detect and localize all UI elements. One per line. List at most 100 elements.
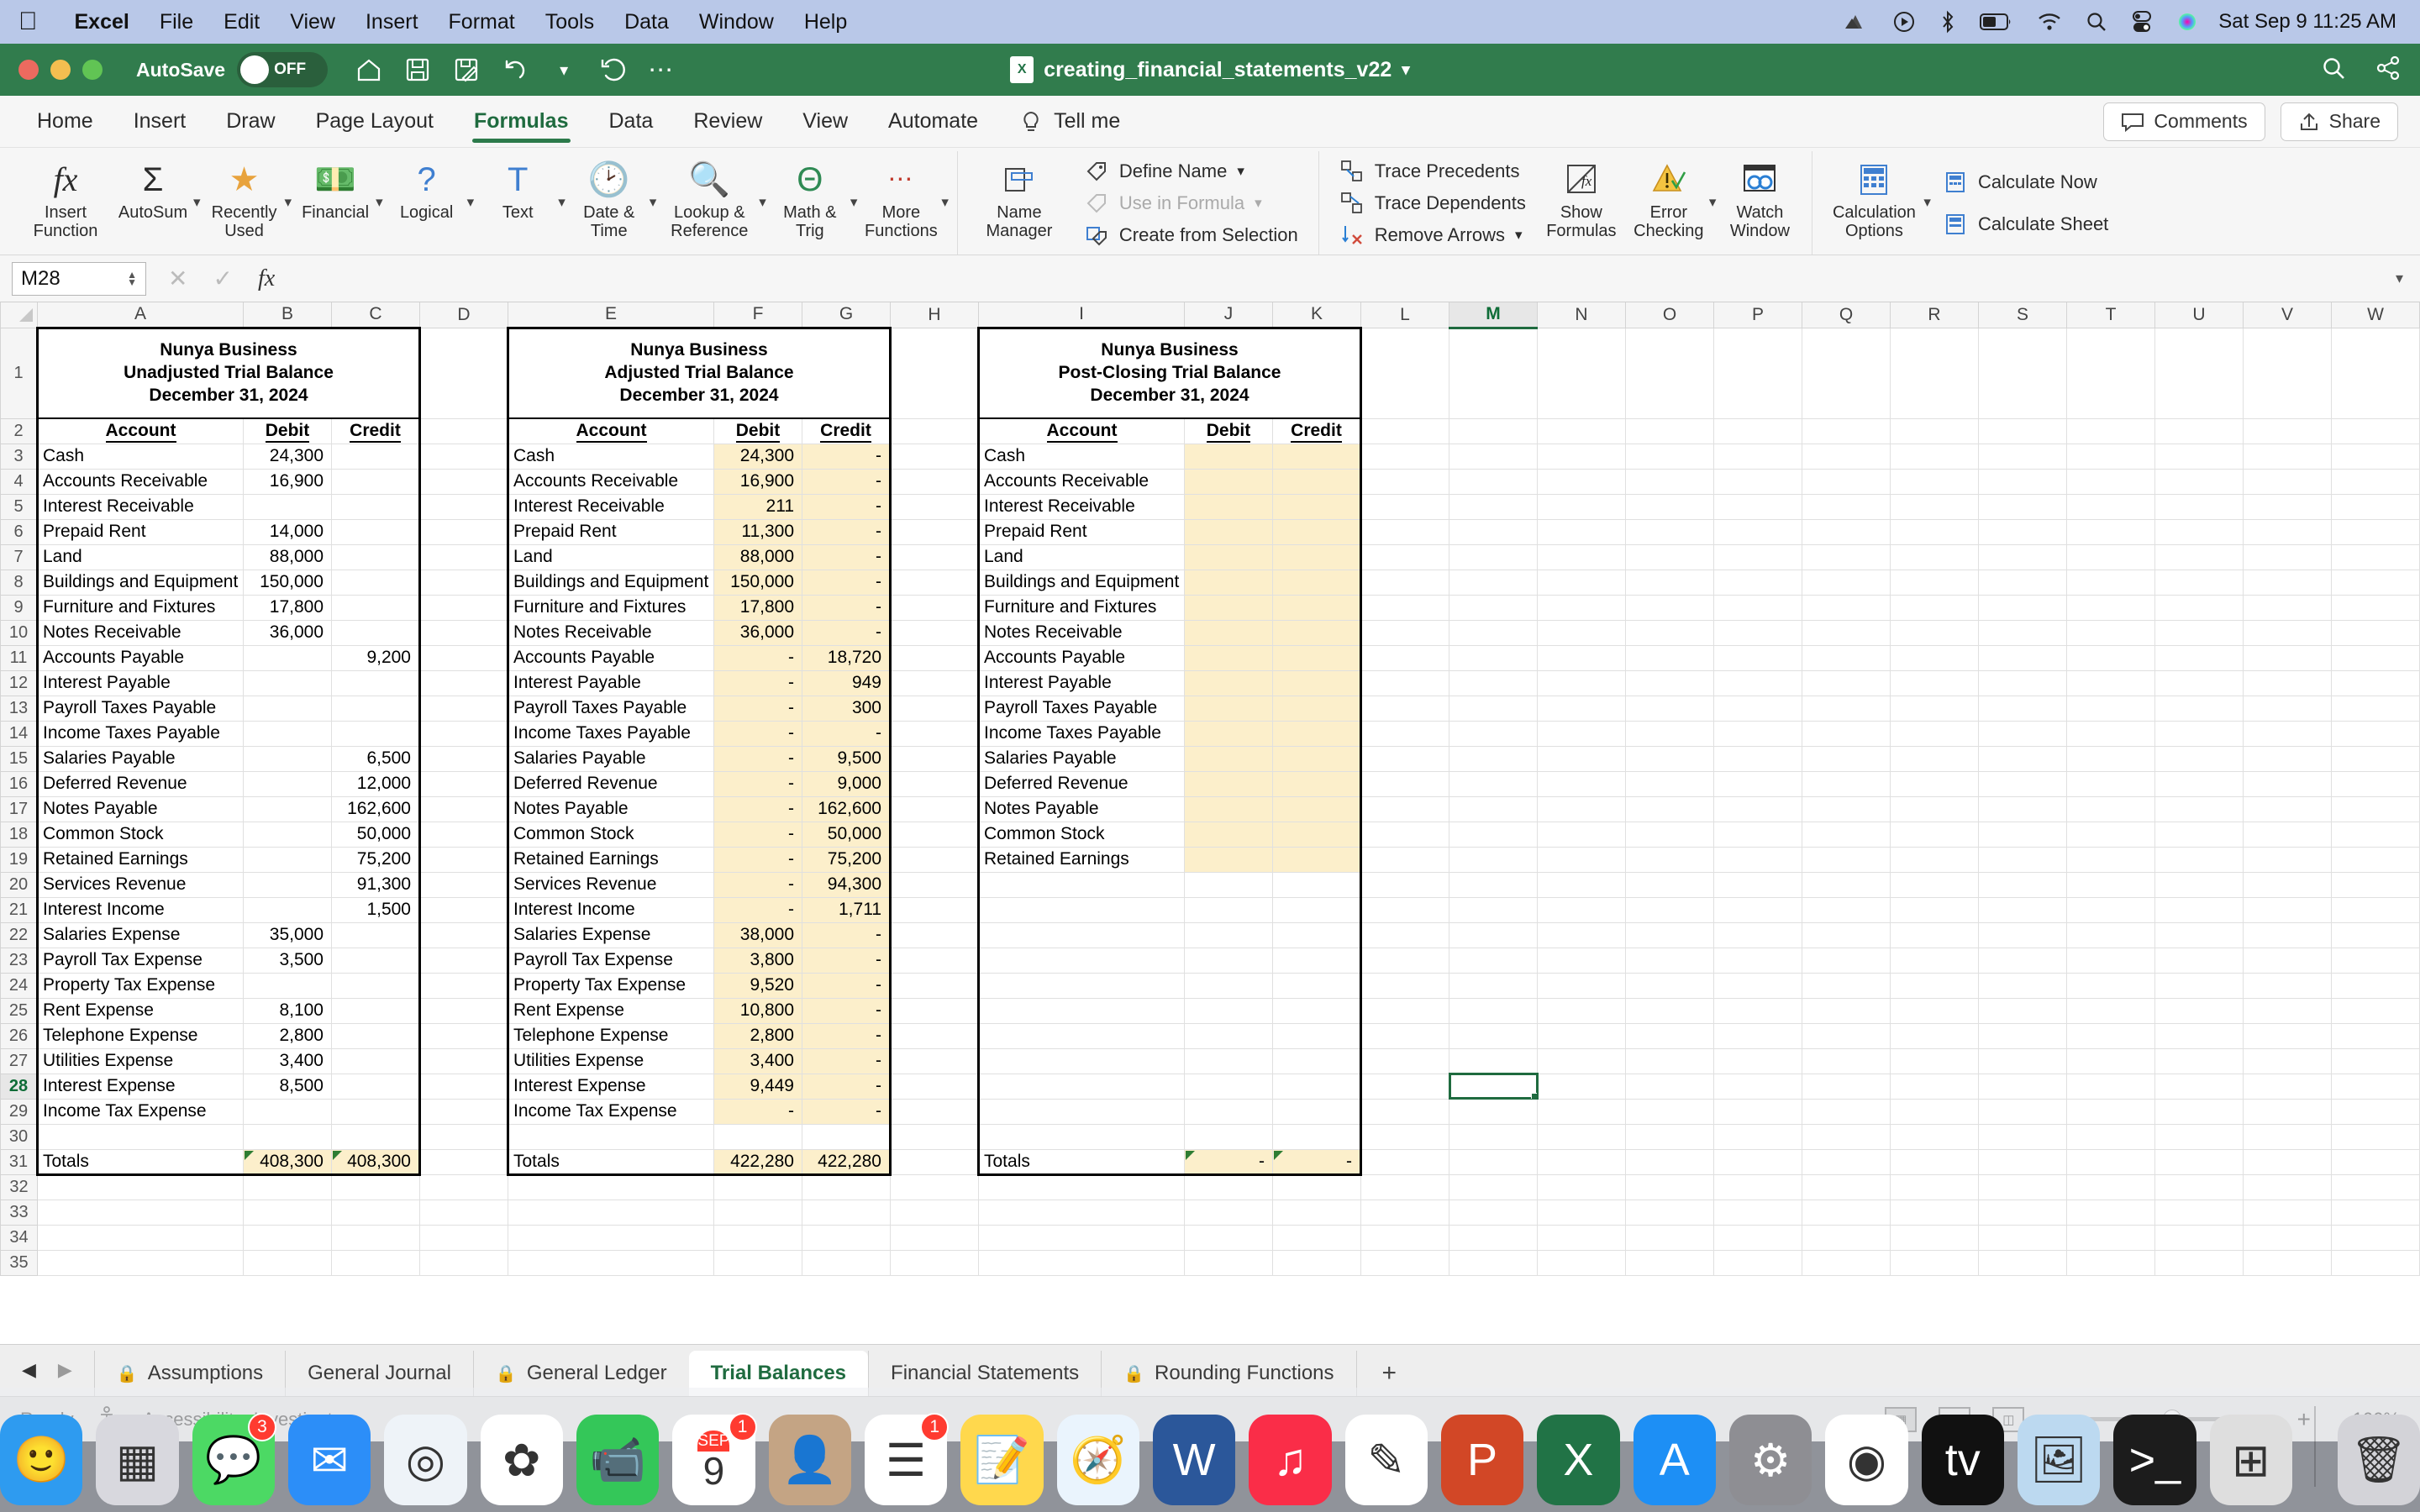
trace-precedents-item[interactable]: Trace Precedents <box>1339 159 1526 184</box>
cell-21-12[interactable] <box>1449 896 1538 923</box>
cell-6-19[interactable] <box>2066 518 2155 545</box>
lookup-reference-button[interactable]: 🔍 Lookup & Reference <box>656 151 762 255</box>
cell-35-8[interactable] <box>978 1249 1185 1276</box>
table-header-post-closing-credit[interactable]: Credit <box>1272 417 1362 444</box>
row-header-7[interactable]: 7 <box>0 543 38 570</box>
cell-23-13[interactable] <box>1537 947 1626 974</box>
cell-21-22[interactable] <box>2331 896 2420 923</box>
cell-35-12[interactable] <box>1449 1249 1538 1276</box>
cell-post-closing-r7-debit[interactable] <box>1184 543 1273 570</box>
cell-31-13[interactable] <box>1537 1148 1626 1175</box>
cell-adjusted-r14-account[interactable]: Income Taxes Payable <box>507 720 714 747</box>
cell-post-closing-r26-credit[interactable] <box>1272 1022 1362 1049</box>
cell-7-12[interactable] <box>1449 543 1538 570</box>
cell-13-15[interactable] <box>1713 695 1802 722</box>
cell-post-closing-r29-debit[interactable] <box>1184 1098 1273 1125</box>
cell-27-20[interactable] <box>2154 1047 2244 1074</box>
cell-post-closing-r25-debit[interactable] <box>1184 997 1273 1024</box>
dock-safari-icon[interactable]: 🧭 <box>1056 1415 1139 1505</box>
cell-6-15[interactable] <box>1713 518 1802 545</box>
cell-14-7[interactable] <box>890 720 979 747</box>
cell-18-20[interactable] <box>2154 821 2244 848</box>
dock-notes-icon[interactable]: 📝 <box>960 1415 1044 1505</box>
cell-adjusted-r6-credit[interactable]: - <box>802 518 892 545</box>
cell-post-closing-r7-credit[interactable] <box>1272 543 1362 570</box>
cell-25-12[interactable] <box>1449 997 1538 1024</box>
cell-unadjusted-r9-debit[interactable]: 17,800 <box>243 594 332 621</box>
cell-34-6[interactable] <box>802 1224 891 1251</box>
cell-adjusted-r25-credit[interactable]: - <box>802 997 892 1024</box>
cell-post-closing-r3-debit[interactable] <box>1184 443 1273 470</box>
cell-18-16[interactable] <box>1802 821 1891 848</box>
cell-21-17[interactable] <box>1890 896 1979 923</box>
cell-unadjusted-r27-credit[interactable] <box>331 1047 421 1074</box>
cell-29-20[interactable] <box>2154 1098 2244 1125</box>
cell-24-17[interactable] <box>1890 972 1979 999</box>
cell-16-16[interactable] <box>1802 770 1891 797</box>
cell-unadjusted-r24-account[interactable]: Property Tax Expense <box>36 972 244 999</box>
cell-post-closing-r20-debit[interactable] <box>1184 871 1273 898</box>
cell-5-12[interactable] <box>1449 493 1538 520</box>
cell-adjusted-r3-account[interactable]: Cash <box>507 443 714 470</box>
cell-10-11[interactable] <box>1360 619 1449 646</box>
cell-18-21[interactable] <box>2243 821 2332 848</box>
cell-27-18[interactable] <box>1978 1047 2067 1074</box>
cell-11-11[interactable] <box>1360 644 1449 671</box>
cell-adjusted-r10-debit[interactable]: 36,000 <box>713 619 802 646</box>
table-header-unadjusted-account[interactable]: Account <box>36 417 244 444</box>
cell-unadjusted-r6-account[interactable]: Prepaid Rent <box>36 518 244 545</box>
cell-post-closing-r6-credit[interactable] <box>1272 518 1362 545</box>
cell-34-14[interactable] <box>1625 1224 1714 1251</box>
cell-35-20[interactable] <box>2154 1249 2244 1276</box>
cell-33-6[interactable] <box>802 1199 891 1226</box>
cell-adjusted-r22-debit[interactable]: 38,000 <box>713 921 802 948</box>
dock-terminal-icon[interactable]: >_ <box>2113 1415 2196 1505</box>
cell-30-17[interactable] <box>1890 1123 1979 1150</box>
cell-29-11[interactable] <box>1360 1098 1449 1125</box>
cell-post-closing-r26-account[interactable] <box>977 1022 1185 1049</box>
column-header-J[interactable]: J <box>1184 302 1273 328</box>
menu-item-window[interactable]: Window <box>684 10 789 34</box>
remove-arrows-item[interactable]: Remove Arrows ▾ <box>1339 223 1526 248</box>
cell-1-16[interactable] <box>1802 327 1891 419</box>
cell-11-16[interactable] <box>1802 644 1891 671</box>
dock-messages-icon[interactable]: 💬 3 <box>192 1413 276 1505</box>
cell-21-13[interactable] <box>1537 896 1626 923</box>
cell-35-19[interactable] <box>2066 1249 2155 1276</box>
cell-unadjusted-r27-debit[interactable]: 3,400 <box>243 1047 332 1074</box>
cell-35-3[interactable] <box>419 1249 508 1276</box>
dock-music-icon[interactable]: ♫ <box>1249 1415 1332 1505</box>
row-header-5[interactable]: 5 <box>0 493 38 520</box>
cell-13-7[interactable] <box>890 695 979 722</box>
cell-31-12[interactable] <box>1449 1148 1538 1175</box>
cell-33-13[interactable] <box>1537 1199 1626 1226</box>
cell-adjusted-r24-credit[interactable]: - <box>802 972 892 999</box>
cell-7-15[interactable] <box>1713 543 1802 570</box>
row-header-22[interactable]: 22 <box>0 921 38 948</box>
cell-16-22[interactable] <box>2331 770 2420 797</box>
cell-34-17[interactable] <box>1890 1224 1979 1251</box>
column-header-M[interactable]: M <box>1449 302 1538 329</box>
cell-9-19[interactable] <box>2066 594 2155 621</box>
cell-18-11[interactable] <box>1360 821 1449 848</box>
cell-25-17[interactable] <box>1890 997 1979 1024</box>
cell-unadjusted-r8-account[interactable]: Buildings and Equipment <box>36 569 244 596</box>
cell-16-3[interactable] <box>419 770 508 797</box>
menu-item-help[interactable]: Help <box>789 10 862 34</box>
cell-adjusted-r19-account[interactable]: Retained Earnings <box>507 846 714 873</box>
column-header-O[interactable]: O <box>1625 302 1714 328</box>
row-header-3[interactable]: 3 <box>0 443 38 470</box>
cell-adjusted-r4-debit[interactable]: 16,900 <box>713 468 802 495</box>
cell-24-18[interactable] <box>1978 972 2067 999</box>
cell-24-21[interactable] <box>2243 972 2332 999</box>
dock-chrome-icon[interactable]: ◉ <box>1825 1415 1908 1505</box>
cell-35-1[interactable] <box>243 1249 332 1276</box>
battery-icon[interactable] <box>1968 13 2025 31</box>
cell-34-20[interactable] <box>2154 1224 2244 1251</box>
cell-post-closing-r8-credit[interactable] <box>1272 569 1362 596</box>
cell-unadjusted-r28-debit[interactable]: 8,500 <box>243 1073 332 1100</box>
math-trig-chevron-down-icon[interactable]: ▾ <box>850 194 858 255</box>
cell-31-11[interactable] <box>1360 1148 1449 1175</box>
cell-24-11[interactable] <box>1360 972 1449 999</box>
cell-post-closing-r19-debit[interactable] <box>1184 846 1273 873</box>
